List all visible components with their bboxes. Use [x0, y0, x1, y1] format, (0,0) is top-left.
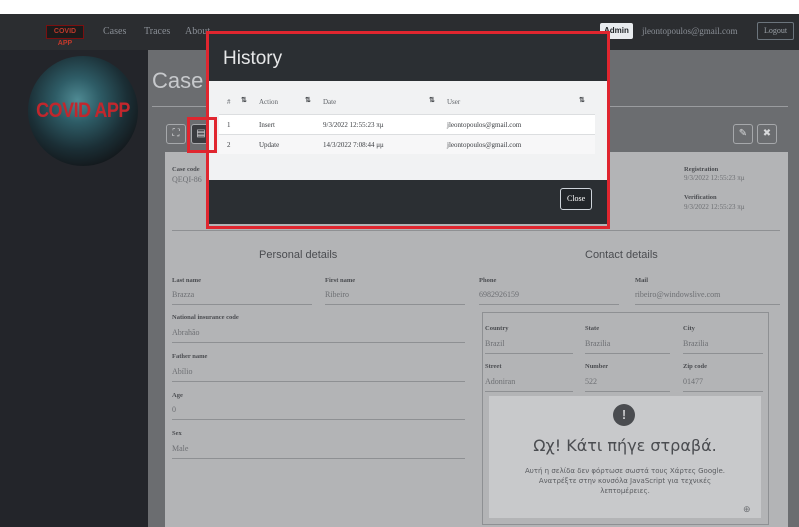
phone-label: Phone [479, 277, 497, 284]
logout-button[interactable]: Logout [757, 22, 795, 40]
registration-label: Registration [684, 166, 719, 173]
age-value: 0 [172, 405, 176, 414]
verification-label: Verification [684, 194, 717, 201]
personal-details-title: Personal details [259, 249, 338, 261]
expand-button[interactable]: ⛶ [166, 124, 186, 144]
edit-button[interactable]: ✎ [733, 124, 753, 144]
nav-link-traces[interactable]: Traces [144, 26, 170, 37]
field-underline [485, 353, 573, 354]
first-name-value: Ribeiro [325, 290, 349, 299]
field-underline [635, 304, 780, 305]
father-name-value: Abílio [172, 367, 193, 376]
field-underline [683, 391, 763, 392]
field-underline [172, 381, 465, 382]
top-margin [0, 0, 799, 14]
zip-label: Zip code [683, 363, 708, 370]
state-value: Brazilia [585, 339, 611, 348]
nav-user-email[interactable]: jleontopoulos@gmail.com [642, 26, 738, 36]
contact-details-title: Contact details [585, 249, 658, 261]
sex-label: Sex [172, 430, 182, 437]
last-name-label: Last name [172, 277, 202, 284]
sex-value: Male [172, 444, 189, 453]
verification-value: 9/3/2022 12:55:23 πμ [684, 203, 745, 211]
number-value: 522 [585, 377, 597, 386]
field-underline [683, 353, 763, 354]
field-underline [585, 391, 670, 392]
age-label: Age [172, 392, 183, 399]
delete-icon: ✖ [762, 128, 772, 139]
nic-value: Abrahão [172, 328, 200, 337]
last-name-value: Brazza [172, 290, 195, 299]
logo-text: COVID APP [36, 97, 130, 122]
mail-value: ribeiro@windowslive.com [635, 290, 721, 299]
number-label: Number [585, 363, 609, 370]
nav-link-cases[interactable]: Cases [103, 26, 126, 37]
highlight-frame-history-button [187, 117, 217, 153]
field-underline [585, 353, 670, 354]
expand-icon: ⛶ [172, 128, 180, 139]
screenshot: COVID APP Cases Traces About Admin jleon… [0, 0, 799, 527]
delete-button[interactable]: ✖ [757, 124, 777, 144]
phone-value: 6982926159 [479, 290, 519, 299]
city-value: Brazilia [683, 339, 709, 348]
brand-logo[interactable]: COVID APP [46, 25, 84, 47]
field-underline [479, 304, 619, 305]
covid-app-logo: COVID APP [28, 56, 138, 166]
divider [172, 230, 780, 231]
field-underline [485, 391, 573, 392]
field-underline [172, 342, 465, 343]
map-error-panel: ! Ωχ! Κάτι πήγε στραβά. Αυτή η σελίδα δε… [489, 396, 761, 518]
nic-label: National insurance code [172, 314, 239, 321]
street-label: Street [485, 363, 502, 370]
map-error-title: Ωχ! Κάτι πήγε στραβά. [533, 436, 717, 455]
father-name-label: Father name [172, 353, 208, 360]
edit-icon: ✎ [738, 128, 748, 139]
highlight-frame-modal [206, 31, 610, 229]
first-name-label: First name [325, 277, 356, 284]
street-value: Adoniran [485, 377, 516, 386]
field-underline [325, 304, 465, 305]
country-label: Country [485, 325, 509, 332]
case-code-value: QEQI-86 [172, 175, 202, 184]
state-label: State [585, 325, 600, 332]
registration-value: 9/3/2022 12:55:23 πμ [684, 174, 745, 182]
alert-icon: ! [613, 404, 635, 426]
map-error-text: Αυτή η σελίδα δεν φόρτωσε σωστά τους Χάρ… [524, 467, 726, 495]
field-underline [172, 304, 312, 305]
mail-label: Mail [635, 277, 648, 284]
city-label: City [683, 325, 695, 332]
zoom-icon[interactable]: ⊕ [743, 504, 751, 515]
country-value: Brazil [485, 339, 505, 348]
field-underline [172, 458, 465, 459]
field-underline [172, 419, 465, 420]
case-code-label: Case code [172, 166, 200, 173]
zip-value: 01477 [683, 377, 703, 386]
